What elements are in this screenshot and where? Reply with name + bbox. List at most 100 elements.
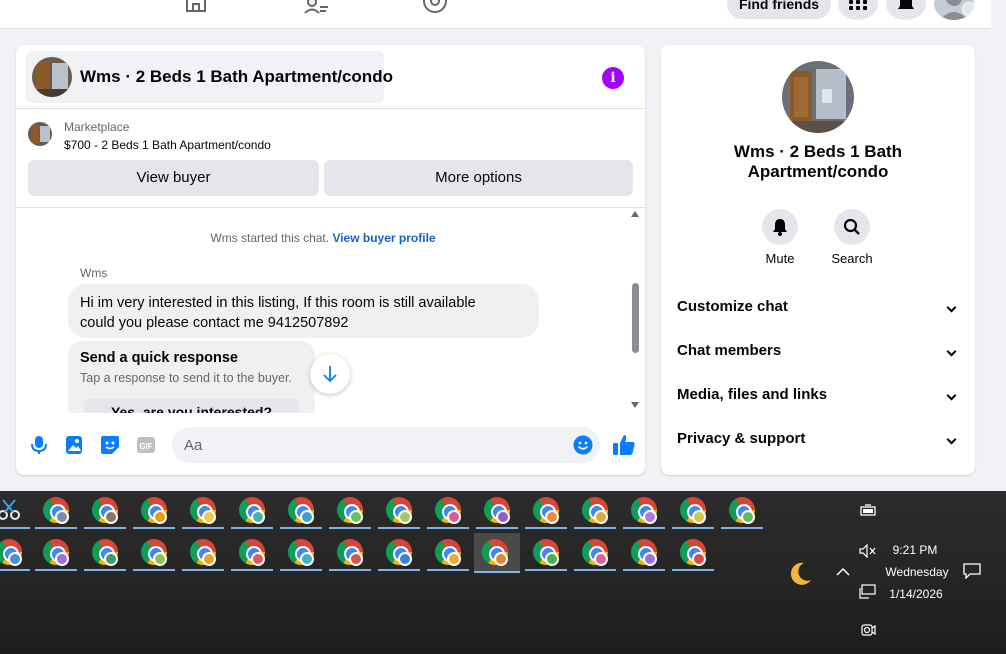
- chevron-down-icon: [946, 434, 957, 445]
- taskbar-chrome-window-active[interactable]: [474, 533, 520, 573]
- profile-badge-icon: [692, 510, 706, 524]
- listing-price-title[interactable]: $700 - 2 Beds 1 Bath Apartment/condo: [64, 138, 271, 152]
- taskbar-chrome-window[interactable]: [574, 533, 616, 571]
- taskbar-chrome-window[interactable]: [721, 491, 763, 529]
- notifications-button[interactable]: [886, 0, 926, 20]
- profile-badge-icon: [643, 552, 657, 566]
- chat-title: Wms · 2 Beds 1 Bath Apartment/condo: [80, 67, 393, 86]
- marketplace-label: Marketplace: [64, 120, 130, 134]
- menu-grid-icon: [849, 0, 867, 10]
- taskbar-chrome-window[interactable]: [0, 533, 30, 571]
- emoji-icon[interactable]: [573, 435, 593, 455]
- scroll-down-arrow[interactable]: [631, 402, 639, 408]
- more-options-button[interactable]: More options: [324, 160, 633, 196]
- taskbar-chrome-window[interactable]: [623, 491, 665, 529]
- microphone-icon[interactable]: [29, 435, 49, 455]
- taskbar-chrome-window[interactable]: [280, 491, 322, 529]
- customize-chat-row[interactable]: Customize chat: [677, 292, 959, 322]
- notification-center-icon[interactable]: [963, 563, 981, 579]
- details-title-line: Apartment/condo: [747, 162, 889, 181]
- taskbar-chrome-window[interactable]: [525, 533, 567, 571]
- notifications-icon: [898, 0, 914, 9]
- view-buyer-profile-link[interactable]: View buyer profile: [332, 231, 435, 245]
- profile-badge-icon: [494, 552, 508, 566]
- taskbar-chrome-window[interactable]: [84, 533, 126, 571]
- arrow-down-icon: [323, 366, 337, 383]
- profile-badge-icon: [349, 552, 363, 566]
- chevron-down-icon: [946, 346, 957, 357]
- taskbar-chrome-window[interactable]: [427, 491, 469, 529]
- quick-response-option[interactable]: Yes, are you interested?: [84, 399, 299, 413]
- chat-members-row[interactable]: Chat members: [677, 336, 959, 366]
- profile-badge-icon: [643, 510, 657, 524]
- search-button[interactable]: Search: [822, 209, 882, 266]
- chat-header[interactable]: Wms · 2 Beds 1 Bath Apartment/condo: [26, 51, 393, 103]
- taskbar-chrome-window[interactable]: [623, 533, 665, 571]
- taskbar-chrome-window[interactable]: [378, 533, 420, 571]
- taskbar-chrome-window[interactable]: [133, 491, 175, 529]
- menu-grid-button[interactable]: [838, 0, 878, 20]
- sticker-icon[interactable]: [100, 435, 120, 455]
- clock-day[interactable]: Wednesday: [878, 565, 956, 579]
- taskbar-chrome-window[interactable]: [427, 533, 469, 571]
- clock-date[interactable]: 1/14/2026: [882, 587, 950, 601]
- taskbar-chrome-window[interactable]: [182, 491, 224, 529]
- taskbar-chrome-window[interactable]: [35, 491, 77, 529]
- taskbar-chrome-window[interactable]: [672, 491, 714, 529]
- taskbar-chrome-window[interactable]: [329, 491, 371, 529]
- svg-text:GIF: GIF: [139, 442, 152, 451]
- quick-response-subtitle: Tap a response to send it to the buyer.: [80, 371, 292, 385]
- system-note-text: Wms started this chat.: [210, 231, 330, 245]
- taskbar-chrome-window[interactable]: [280, 533, 322, 571]
- moon-icon[interactable]: [787, 561, 813, 587]
- taskbar-chrome-window[interactable]: [231, 533, 273, 571]
- taskbar-chrome-window[interactable]: [476, 491, 518, 529]
- mute-button[interactable]: Mute: [750, 209, 810, 266]
- search-circle[interactable]: [834, 209, 870, 245]
- message-scrollbar-thumb[interactable]: [632, 283, 639, 353]
- page-scrollbar[interactable]: [991, 0, 1006, 491]
- profile-badge-icon: [447, 552, 461, 566]
- taskbar-chrome-window[interactable]: [182, 533, 224, 571]
- friends-icon[interactable]: [304, 0, 330, 14]
- scroll-to-bottom-button[interactable]: [310, 354, 350, 394]
- view-buyer-button[interactable]: View buyer: [28, 160, 319, 196]
- taskbar-chrome-window[interactable]: [231, 491, 273, 529]
- info-icon[interactable]: i: [602, 67, 624, 89]
- mute-circle[interactable]: [762, 209, 798, 245]
- taskbar-app-snipping[interactable]: [0, 491, 30, 529]
- scroll-up-arrow[interactable]: [631, 211, 639, 217]
- gif-icon[interactable]: GIF: [136, 435, 156, 455]
- groups-icon[interactable]: [422, 0, 448, 14]
- battery-icon[interactable]: [859, 504, 877, 518]
- network-icon[interactable]: [859, 584, 877, 600]
- taskbar-chrome-window[interactable]: [525, 491, 567, 529]
- privacy-support-row[interactable]: Privacy & support: [677, 424, 959, 454]
- camera-privacy-icon[interactable]: [859, 622, 877, 638]
- media-files-links-row[interactable]: Media, files and links: [677, 380, 959, 410]
- taskbar-chrome-window[interactable]: [378, 491, 420, 529]
- profile-badge-icon: [202, 552, 216, 566]
- taskbar-chrome-window[interactable]: [133, 533, 175, 571]
- taskbar-chrome-window[interactable]: [84, 491, 126, 529]
- photo-icon[interactable]: [64, 435, 84, 455]
- thumbs-up-icon[interactable]: [612, 433, 636, 457]
- home-icon[interactable]: [184, 0, 210, 14]
- listing-thumbnail[interactable]: [28, 122, 52, 146]
- message-list: Wms started this chat. View buyer profil…: [16, 208, 645, 413]
- taskbar-chrome-window[interactable]: [329, 533, 371, 571]
- profile-badge-icon: [692, 552, 706, 566]
- profile-badge-icon: [545, 552, 559, 566]
- taskbar-chrome-window[interactable]: [574, 491, 616, 529]
- chevron-up-icon[interactable]: [836, 567, 850, 577]
- row-label: Media, files and links: [677, 386, 828, 403]
- find-friends-button[interactable]: Find friends: [727, 0, 831, 19]
- clock-time[interactable]: 9:21 PM: [882, 543, 948, 557]
- details-title-line: Wms · 2 Beds 1 Bath: [733, 142, 903, 161]
- taskbar-chrome-window[interactable]: [35, 533, 77, 571]
- top-navigation-bar: Find friends: [0, 0, 991, 29]
- account-avatar[interactable]: [934, 0, 974, 20]
- taskbar-chrome-window[interactable]: [672, 533, 714, 571]
- volume-muted-icon[interactable]: [859, 544, 877, 558]
- message-input[interactable]: [172, 427, 600, 463]
